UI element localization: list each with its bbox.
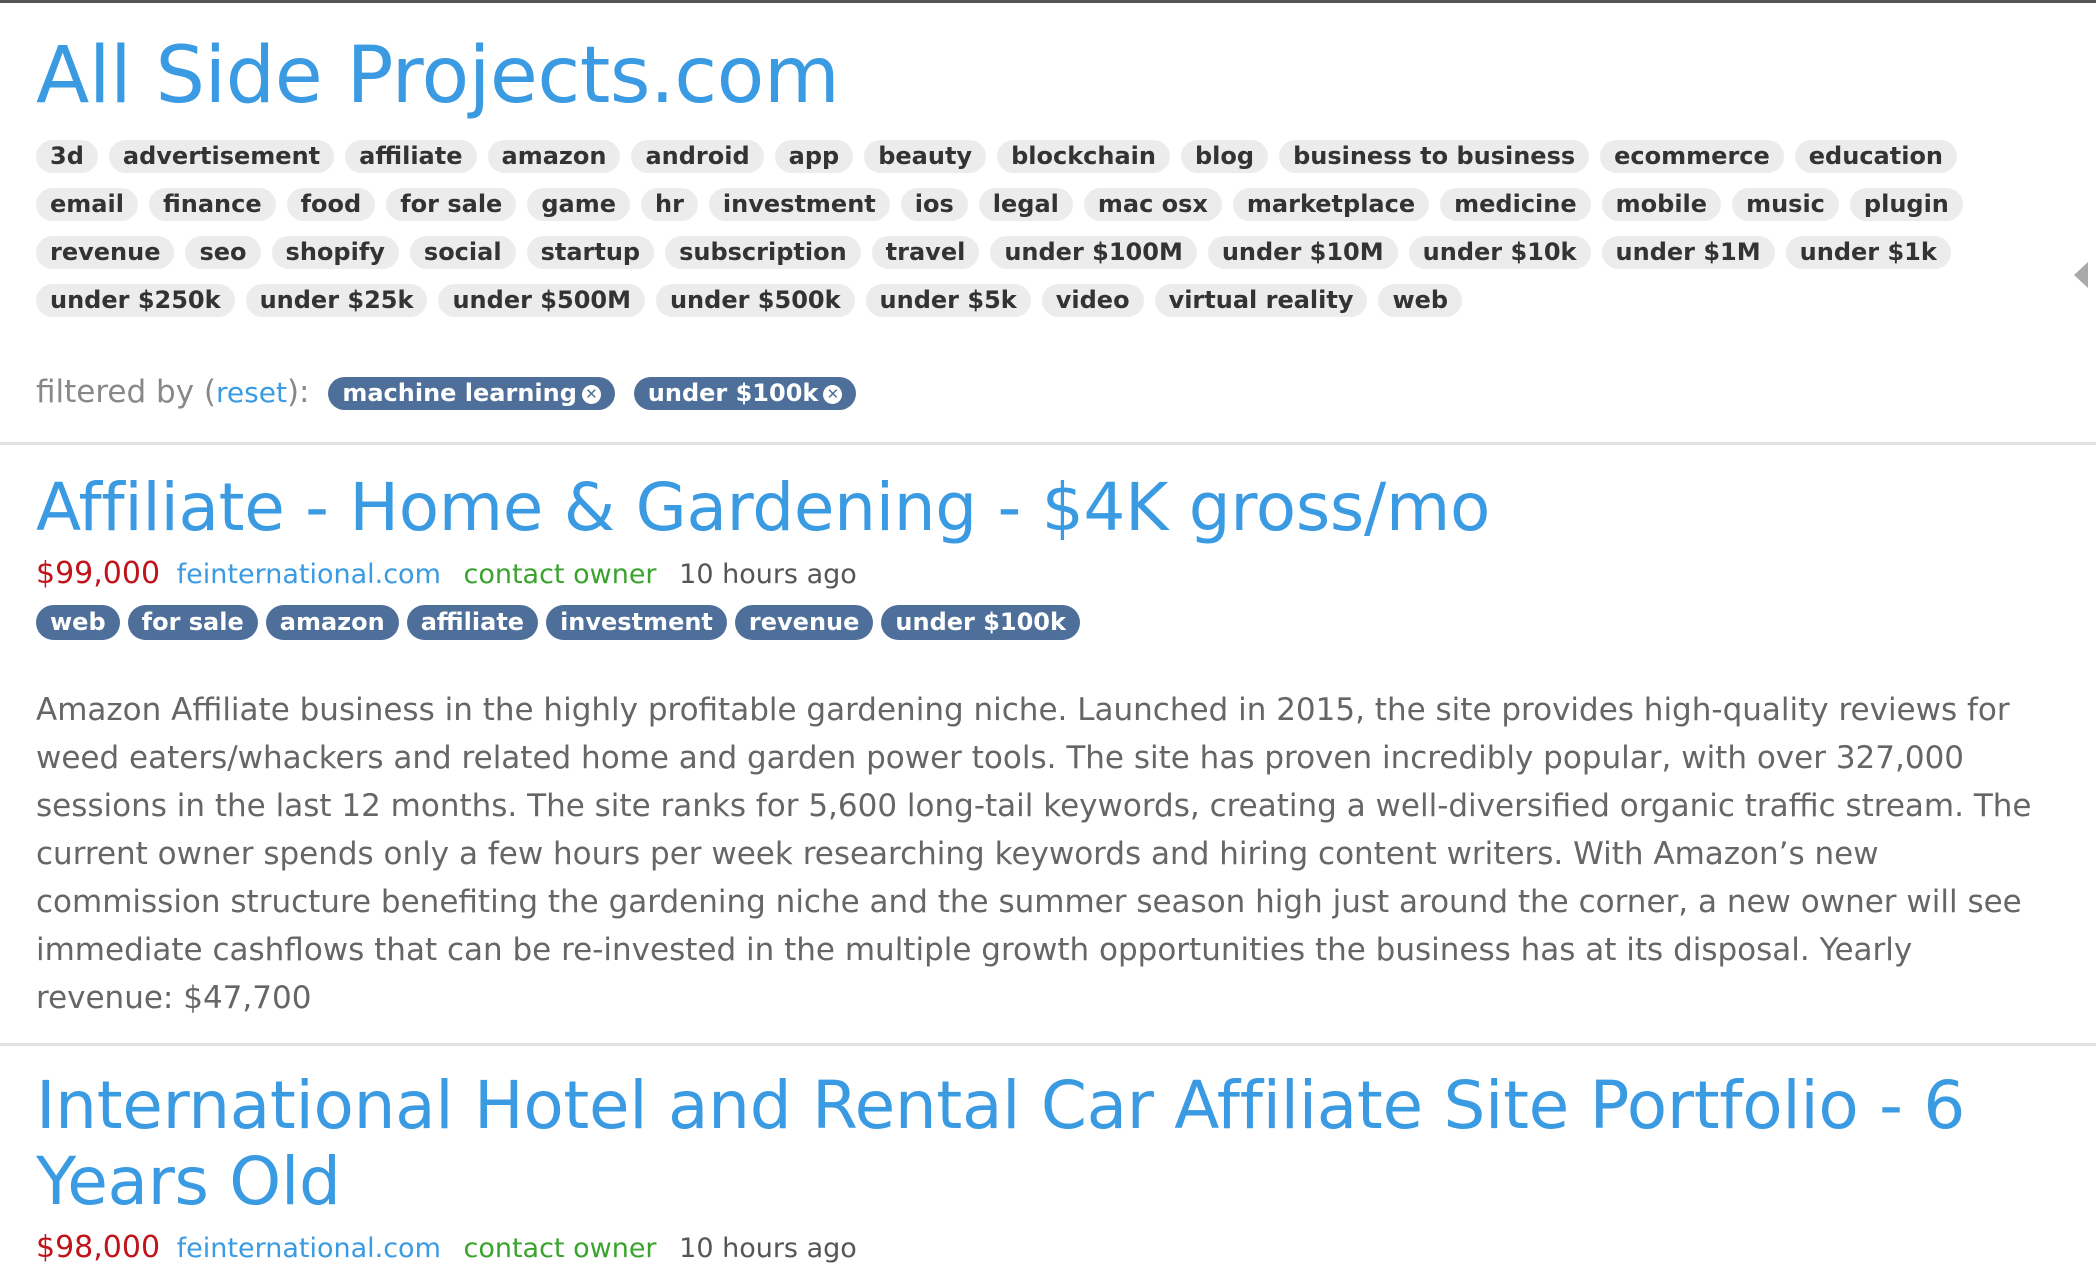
tag-filter[interactable]: investment [708, 188, 890, 221]
filter-label-suffix: ): [286, 374, 310, 410]
listing-description: Amazon Affiliate business in the highly … [36, 692, 2032, 1016]
listing-timestamp: 10 hours ago [679, 559, 857, 590]
tag-filter[interactable]: under $5k [865, 284, 1031, 317]
listing-tags: web for sale amazon affiliate investment reve… [36, 605, 2066, 640]
tag-filter[interactable]: under $10k [1408, 236, 1591, 269]
tag-filter[interactable]: 3d [36, 140, 98, 173]
active-filter-label: machine learning [342, 379, 577, 407]
tag-filter[interactable]: under $500M [438, 284, 645, 317]
listing-tag[interactable]: amazon [265, 605, 399, 640]
tag-filter[interactable]: education [1794, 140, 1958, 173]
tag-filter[interactable]: under $100M [990, 236, 1197, 269]
listing-divider [0, 1043, 2096, 1046]
contact-owner-link[interactable]: contact owner [463, 559, 656, 590]
tag-filter[interactable]: revenue [36, 236, 175, 269]
contact-owner-link[interactable]: contact owner [463, 1233, 656, 1264]
listing-card: Affiliate - Home & Gardening - $4K gross… [36, 470, 2066, 1022]
listing-card: International Hotel and Rental Car Affil… [36, 1068, 2066, 1267]
active-filter-chip[interactable]: machine learning ✕ [328, 377, 615, 410]
header-divider [0, 442, 2096, 445]
tag-filter[interactable]: under $1k [1785, 236, 1951, 269]
listing-tag[interactable]: web [36, 605, 120, 640]
collapse-arrow-icon[interactable] [2074, 262, 2088, 288]
listing-title[interactable]: International Hotel and Rental Car Affil… [36, 1068, 2066, 1220]
listing-title[interactable]: Affiliate - Home & Gardening - $4K gross… [36, 470, 2066, 546]
tag-filter[interactable]: startup [526, 236, 655, 269]
tag-filter[interactable]: under $25k [245, 284, 428, 317]
listing-source-link[interactable]: feinternational.com [177, 559, 441, 590]
tag-filter[interactable]: under $500k [655, 284, 855, 317]
tag-filter[interactable]: blockchain [997, 140, 1170, 173]
tag-filter[interactable]: game [527, 188, 630, 221]
tag-filter[interactable]: mac osx [1083, 188, 1222, 221]
tag-filter[interactable]: marketplace [1232, 188, 1430, 221]
tag-filter[interactable]: email [36, 188, 138, 221]
tag-filter[interactable]: travel [871, 236, 980, 269]
tag-filter[interactable]: seo [185, 236, 261, 269]
tag-filter[interactable]: finance [148, 188, 276, 221]
tag-cloud: 3d advertisement affiliate amazon android app… [36, 140, 2066, 332]
reset-filter-link[interactable]: reset [216, 376, 287, 409]
tag-filter[interactable]: subscription [665, 236, 861, 269]
tag-filter[interactable]: shopify [271, 236, 399, 269]
tag-filter[interactable]: mobile [1601, 188, 1722, 221]
tag-filter[interactable]: affiliate [345, 140, 477, 173]
tag-filter[interactable]: under $1M [1601, 236, 1775, 269]
tag-filter[interactable]: beauty [864, 140, 987, 173]
tag-filter[interactable]: for sale [386, 188, 517, 221]
tag-filter[interactable]: medicine [1440, 188, 1591, 221]
listing-timestamp: 10 hours ago [679, 1233, 857, 1264]
listing-meta: $99,000 feinternational.com contact owne… [36, 556, 2066, 593]
tag-filter[interactable]: plugin [1849, 188, 1963, 221]
listing-tag[interactable]: affiliate [406, 605, 539, 640]
tag-filter[interactable]: hr [641, 188, 698, 221]
tag-filter[interactable]: amazon [487, 140, 621, 173]
tag-filter[interactable]: web [1378, 284, 1463, 317]
tag-filter[interactable]: under $10M [1207, 236, 1398, 269]
tag-filter[interactable]: music [1732, 188, 1839, 221]
listing-price: $98,000 [36, 1230, 161, 1265]
listing-tag[interactable]: under $100k [881, 605, 1080, 640]
tag-filter[interactable]: social [409, 236, 516, 269]
tag-filter[interactable]: video [1041, 284, 1144, 317]
listing-meta: $98,000 feinternational.com contact owne… [36, 1230, 2066, 1267]
tag-filter[interactable]: app [774, 140, 854, 173]
tag-filter[interactable]: food [286, 188, 376, 221]
remove-filter-icon[interactable]: ✕ [581, 385, 601, 404]
active-filter-label: under $100k [647, 379, 819, 407]
site-header: All Side Projects.com 3d advertisement aff… [36, 28, 2066, 413]
tag-filter[interactable]: business to business [1279, 140, 1590, 173]
tag-filter[interactable]: blog [1180, 140, 1269, 173]
tag-filter[interactable]: advertisement [108, 140, 335, 173]
remove-filter-icon[interactable]: ✕ [823, 385, 843, 404]
active-filter-chip[interactable]: under $100k ✕ [633, 377, 857, 410]
tag-filter[interactable]: ecommerce [1600, 140, 1784, 173]
tag-filter[interactable]: ios [900, 188, 968, 221]
tag-filter[interactable]: android [631, 140, 764, 173]
filter-bar: filtered by (reset): machine learning ✕ u… [36, 372, 2066, 413]
top-border [0, 0, 2096, 3]
listing-tag[interactable]: for sale [127, 605, 258, 640]
tag-filter[interactable]: under $250k [36, 284, 235, 317]
tag-filter[interactable]: legal [978, 188, 1073, 221]
filter-label: filtered by ( [36, 374, 217, 410]
listing-source-link[interactable]: feinternational.com [177, 1233, 441, 1264]
listing-price: $99,000 [36, 556, 161, 591]
listing-tag[interactable]: revenue [734, 605, 874, 640]
tag-filter[interactable]: virtual reality [1154, 284, 1368, 317]
listing-tag[interactable]: investment [546, 605, 727, 640]
site-title[interactable]: All Side Projects.com [36, 28, 840, 124]
